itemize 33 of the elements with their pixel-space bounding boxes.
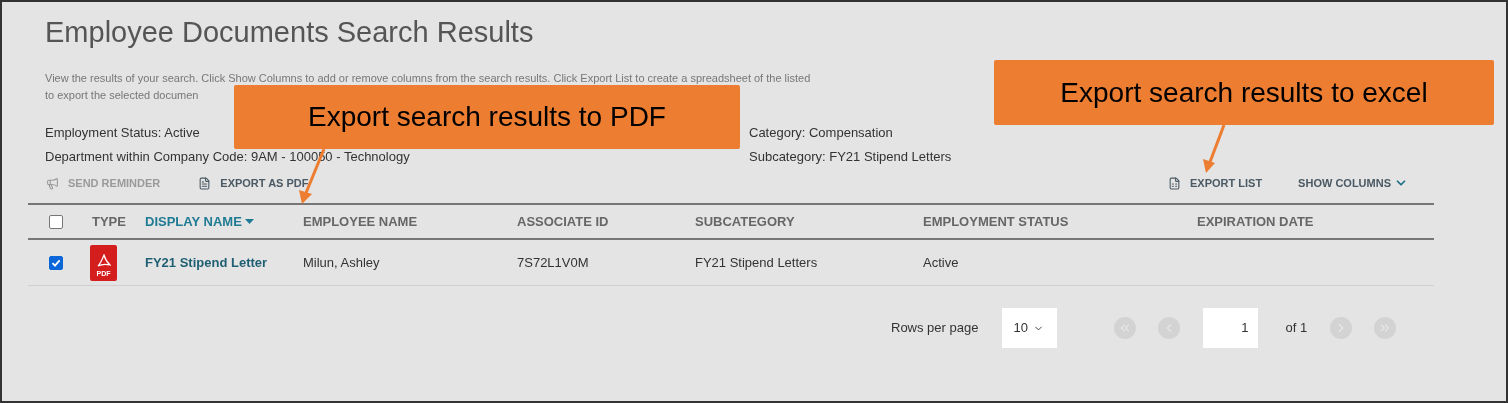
table-cell: Milun, Ashley xyxy=(303,254,380,270)
column-header: EMPLOYEE NAME xyxy=(303,212,418,231)
rows-per-page-label: Rows per page xyxy=(891,319,979,338)
checkbox[interactable] xyxy=(49,255,63,270)
column-header: ASSOCIATE ID xyxy=(517,212,609,231)
show-columns-button[interactable]: SHOW COLUMNS xyxy=(1298,174,1408,192)
megaphone-icon xyxy=(46,176,59,190)
page-title: Employee Documents Search Results xyxy=(45,15,535,50)
document-icon xyxy=(198,176,212,190)
table-cell: 7S72L1V0M xyxy=(517,254,589,270)
filter-text: Subcategory: FY21 Stipend Letters xyxy=(749,148,952,166)
rows-per-page-select[interactable]: 10 xyxy=(1002,308,1058,348)
sort-down-icon xyxy=(244,219,254,224)
callout: Export search results to excel xyxy=(994,60,1494,125)
export-pdf-button[interactable]: EXPORT AS PDF xyxy=(198,174,309,192)
spreadsheet-icon xyxy=(1168,176,1181,190)
column-header: SUBCATEGORY xyxy=(695,212,795,231)
checkbox[interactable] xyxy=(49,214,63,229)
table-cell: Active xyxy=(923,254,959,270)
column-header[interactable]: DISPLAY NAME xyxy=(145,211,254,232)
column-header: EMPLOYMENT STATUS xyxy=(923,212,1069,231)
filter-text: Employment Status: Active xyxy=(45,124,200,142)
column-header: EXPIRATION DATE xyxy=(1197,212,1314,231)
description-text: to export the selected documen xyxy=(45,89,199,101)
export-list-button[interactable]: EXPORT LIST xyxy=(1168,174,1263,192)
page-field[interactable]: 1 xyxy=(1203,308,1259,348)
page-count: of 1 xyxy=(1285,319,1308,338)
table-cell: FY21 Stipend Letters xyxy=(695,254,818,270)
callout: Export search results to PDF xyxy=(234,85,740,149)
document-link[interactable]: FY21 Stipend Letter xyxy=(145,254,268,270)
filter-text: Category: Compensation xyxy=(749,124,894,142)
column-header: TYPE xyxy=(92,212,126,231)
description-text: View the results of your search. Click Show Columns to add or remove columns from the search results. Click Export List to create a spreadsheet of the listed xyxy=(45,72,811,84)
